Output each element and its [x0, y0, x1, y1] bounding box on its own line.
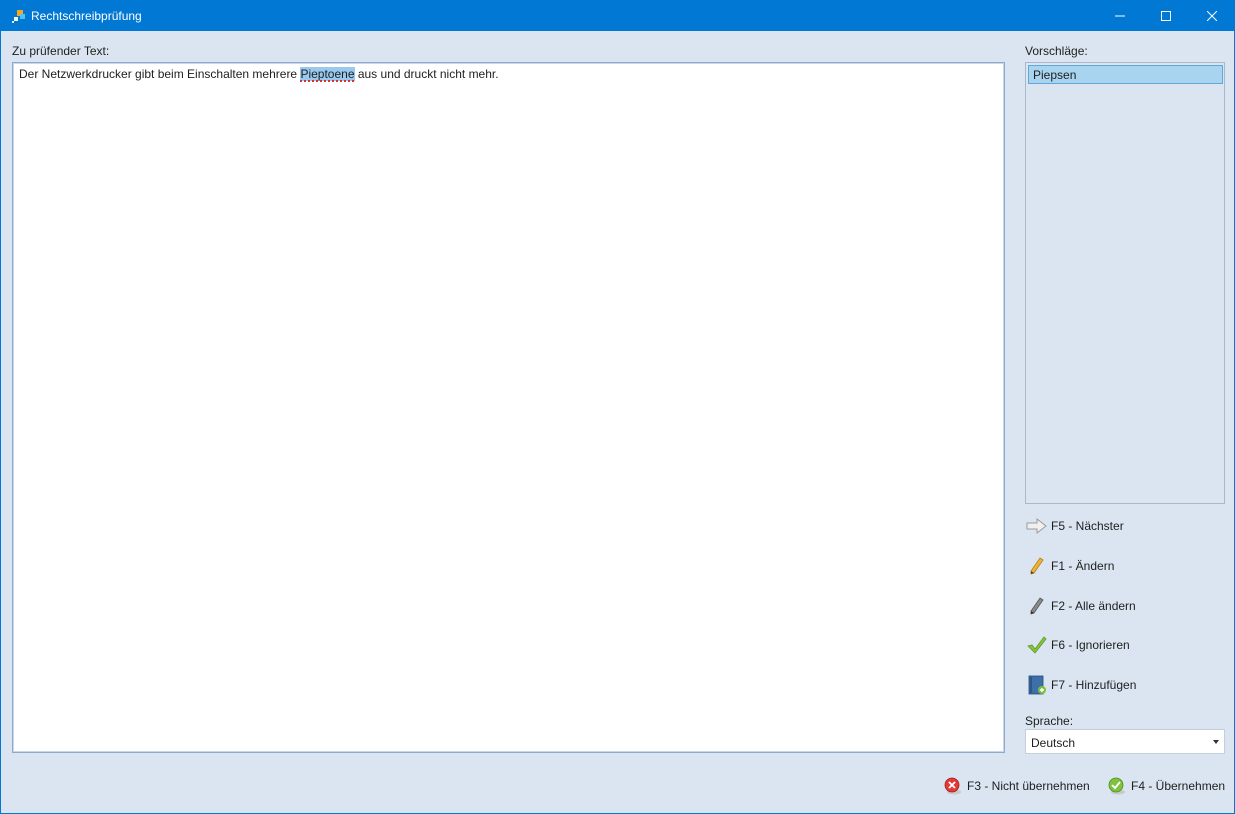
pencil-icon — [1025, 554, 1049, 578]
change-all-label: F2 - Alle ändern — [1051, 599, 1136, 613]
chevron-down-icon — [1213, 740, 1219, 744]
add-button[interactable]: F7 - Hinzufügen — [1025, 673, 1225, 697]
maximize-button[interactable] — [1143, 1, 1189, 31]
maximize-icon — [1161, 11, 1171, 21]
reject-button[interactable]: F3 - Nicht übernehmen — [943, 775, 1090, 797]
accept-button[interactable]: F4 - Übernehmen — [1107, 775, 1225, 797]
text-content: Der Netzwerkdrucker gibt beim Einschalte… — [19, 67, 499, 81]
ignore-label: F6 - Ignorieren — [1051, 638, 1130, 652]
minimize-icon — [1115, 15, 1125, 17]
accept-label: F4 - Übernehmen — [1131, 779, 1226, 793]
suggestion-item[interactable]: Piepsen — [1028, 65, 1223, 84]
misspelled-word[interactable]: Pieptoene — [300, 67, 355, 81]
text-after: aus und druckt nicht mehr. — [354, 67, 499, 81]
next-label: F5 - Nächster — [1051, 519, 1124, 533]
next-button[interactable]: F5 - Nächster — [1025, 514, 1225, 538]
dictionary-add-icon — [1025, 673, 1049, 697]
suggestions-list[interactable]: Piepsen — [1025, 62, 1225, 504]
text-label: Zu prüfender Text: — [12, 44, 110, 58]
language-select[interactable]: Deutsch — [1025, 729, 1225, 754]
suggestions-label: Vorschläge: — [1025, 44, 1088, 58]
ignore-button[interactable]: F6 - Ignorieren — [1025, 633, 1225, 657]
change-label: F1 - Ändern — [1051, 559, 1115, 573]
window-title: Rechtschreibprüfung — [31, 9, 142, 23]
close-icon — [1207, 11, 1217, 21]
arrow-right-icon — [1025, 514, 1049, 538]
add-label: F7 - Hinzufügen — [1051, 678, 1137, 692]
change-all-button[interactable]: F2 - Alle ändern — [1025, 594, 1225, 618]
language-label: Sprache: — [1025, 714, 1074, 728]
pencil-gray-icon — [1025, 594, 1049, 618]
change-button[interactable]: F1 - Ändern — [1025, 554, 1225, 578]
title-bar[interactable]: Rechtschreibprüfung — [1, 1, 1234, 31]
app-icon — [11, 8, 27, 24]
reject-label: F3 - Nicht übernehmen — [967, 779, 1090, 793]
spellcheck-window: Rechtschreibprüfung Zu prüfender Text: D… — [0, 0, 1235, 814]
reject-icon — [943, 776, 963, 796]
minimize-button[interactable] — [1097, 1, 1143, 31]
text-editor[interactable]: Der Netzwerkdrucker gibt beim Einschalte… — [12, 62, 1005, 753]
language-value: Deutsch — [1031, 736, 1076, 750]
accept-icon — [1107, 776, 1127, 796]
close-button[interactable] — [1189, 1, 1235, 31]
checkmark-icon — [1025, 633, 1049, 657]
text-before: Der Netzwerkdrucker gibt beim Einschalte… — [19, 67, 301, 81]
